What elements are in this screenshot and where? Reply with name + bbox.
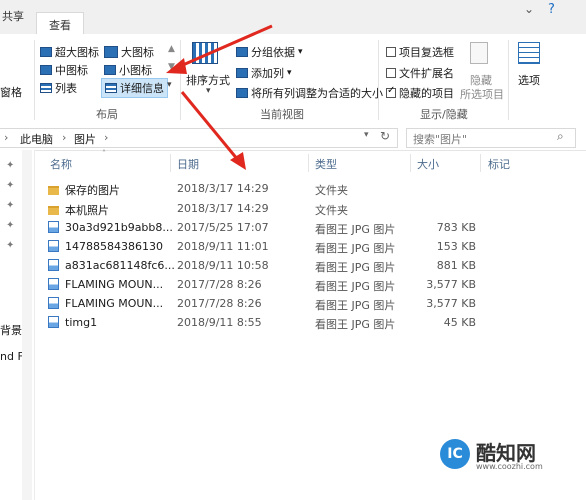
annotation-arrow [180,91,240,161]
annotation-arrows [166,24,273,170]
watermark-logo-icon: IC [440,439,470,469]
watermark-url: www.coozhi.com [476,462,543,471]
arrowhead [166,58,187,74]
annotation-arrow [175,24,273,70]
